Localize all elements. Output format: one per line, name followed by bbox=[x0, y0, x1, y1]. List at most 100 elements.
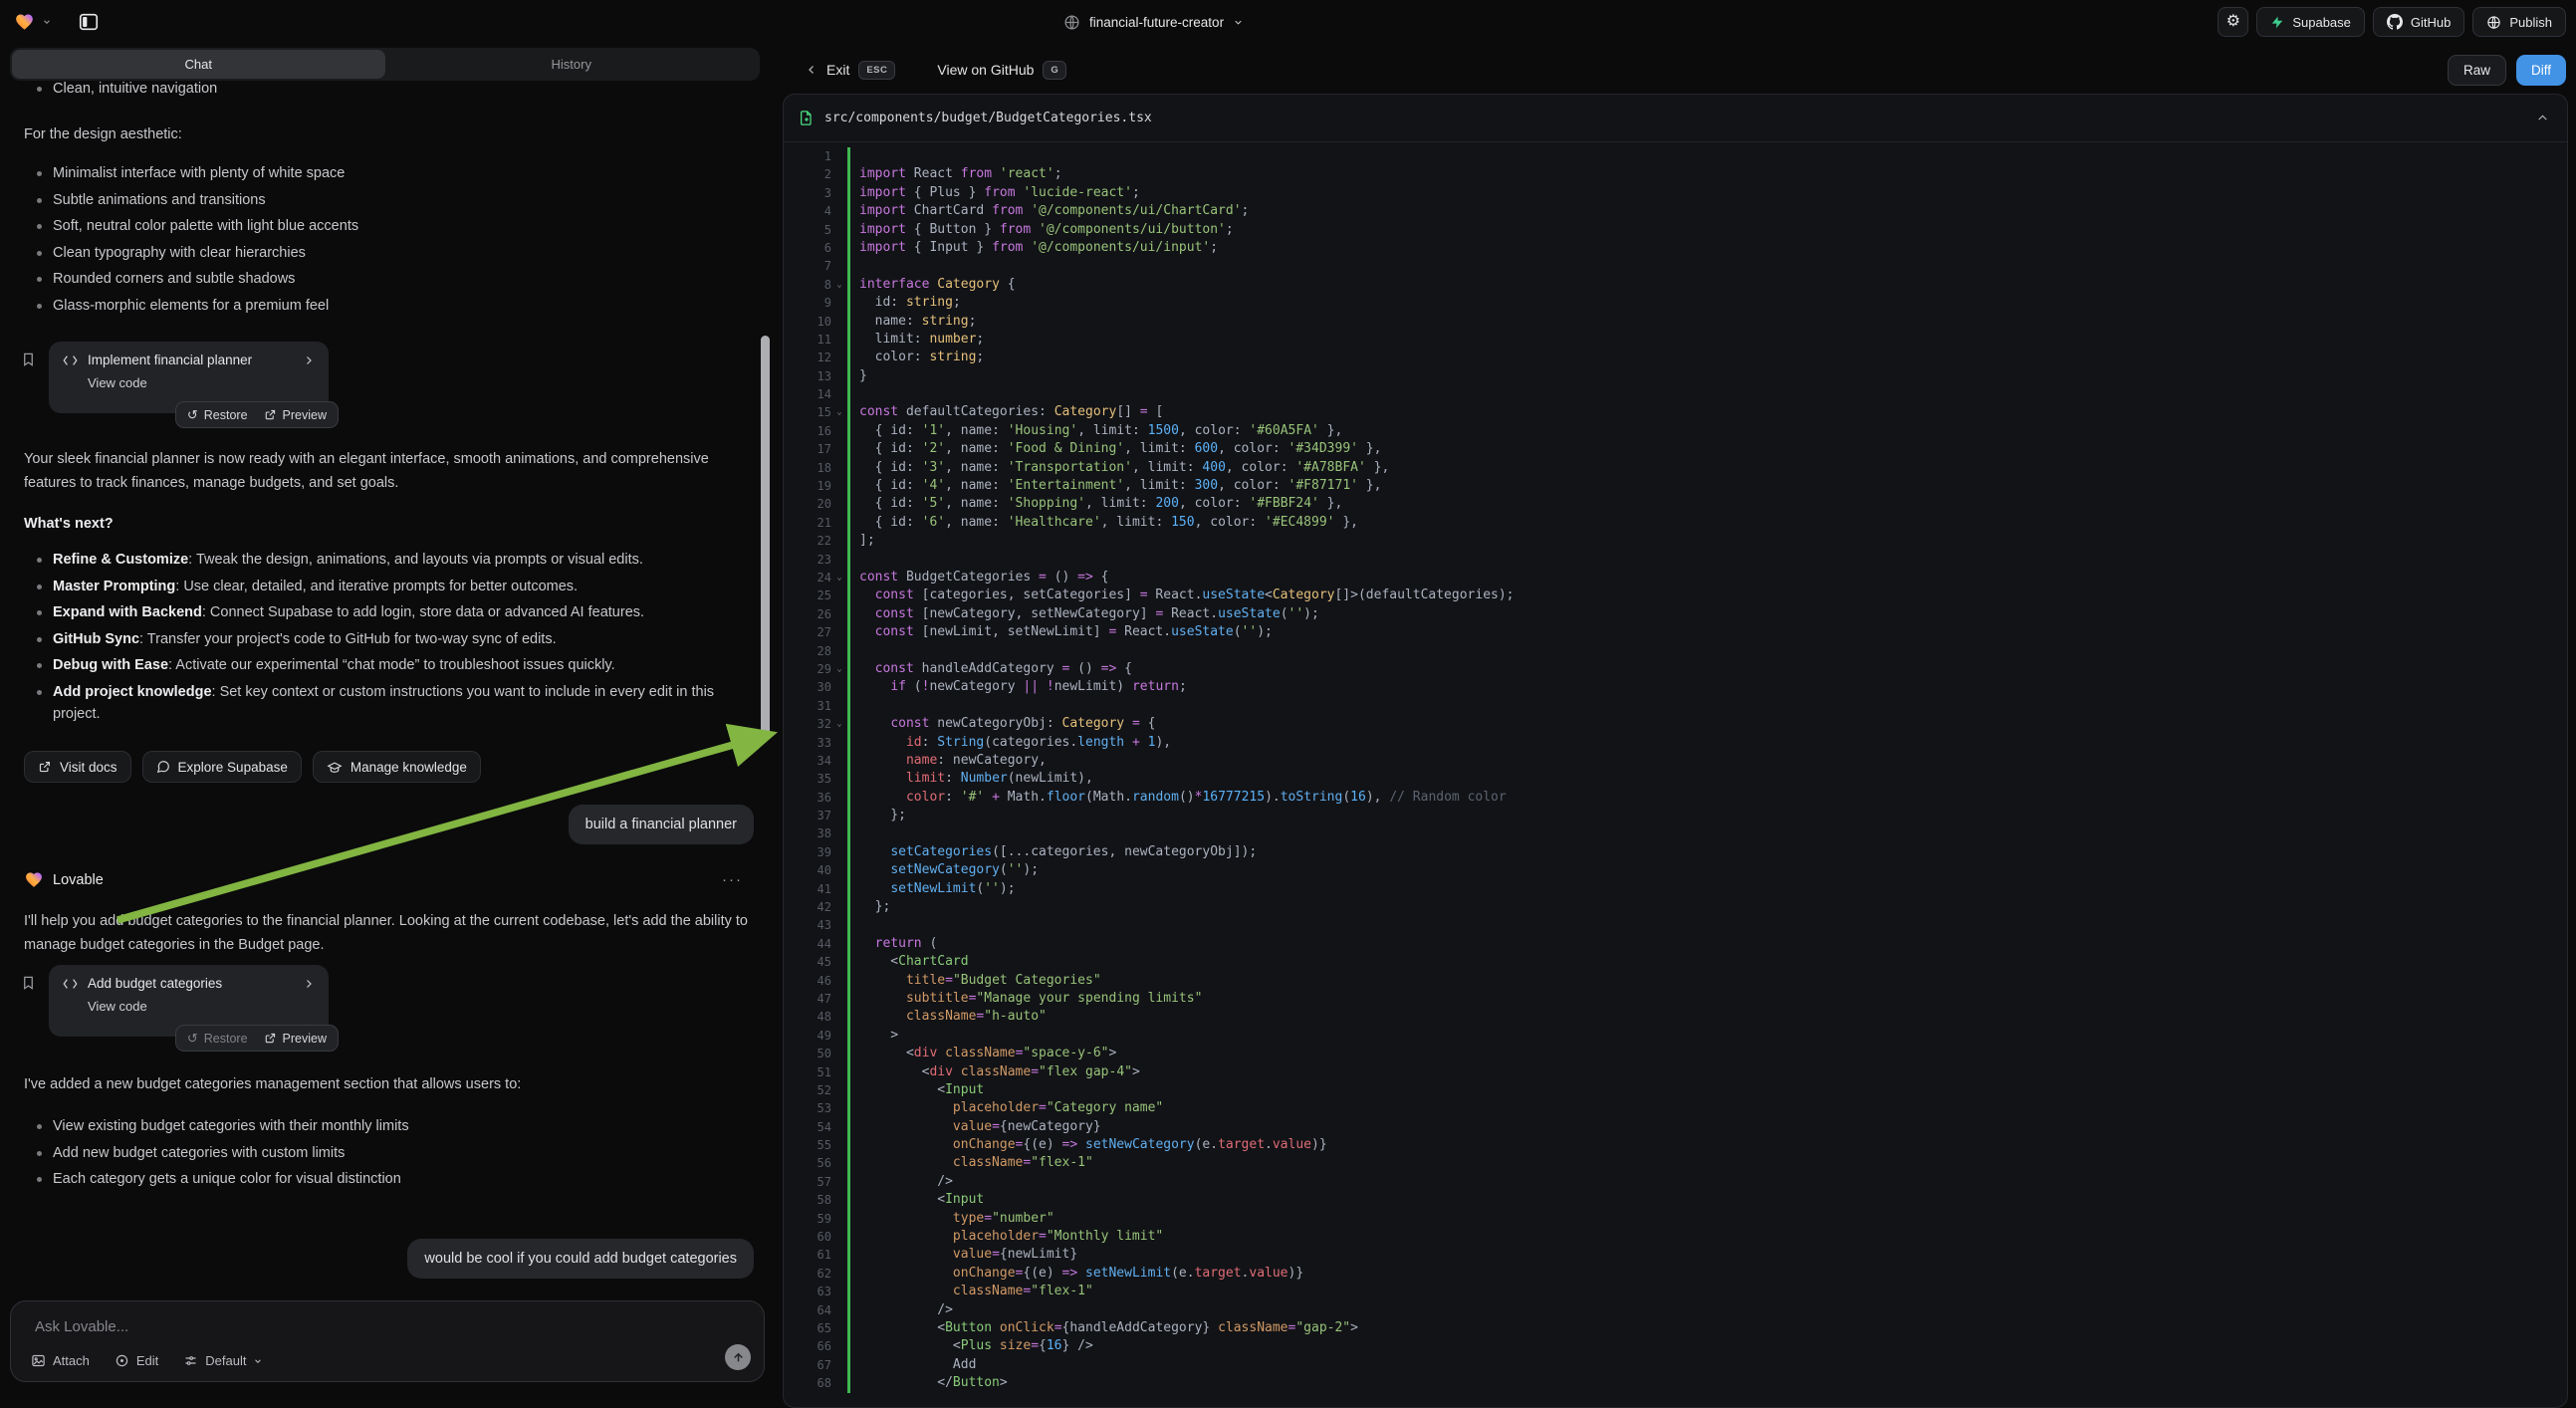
prompt-placeholder: Ask Lovable... bbox=[35, 1318, 128, 1335]
tab-history[interactable]: History bbox=[385, 50, 759, 79]
exit-button[interactable]: Exit ESC bbox=[806, 61, 895, 80]
line-number: 2 bbox=[784, 165, 831, 183]
code-line: 51 <div className="flex gap-4"> bbox=[784, 1063, 2567, 1081]
target-icon bbox=[115, 1353, 129, 1368]
fold-gutter bbox=[831, 1191, 847, 1209]
tab-chat[interactable]: Chat bbox=[12, 50, 385, 79]
code-line: 49 > bbox=[784, 1027, 2567, 1045]
code-line: 1 bbox=[784, 147, 2567, 165]
fold-chevron-icon[interactable]: ⌄ bbox=[831, 403, 847, 421]
user-message-bubble: would be cool if you could add budget ca… bbox=[407, 1239, 754, 1279]
fold-gutter bbox=[831, 1301, 847, 1319]
diff-toggle-button[interactable]: Diff bbox=[2516, 55, 2566, 86]
code-line: 22]; bbox=[784, 532, 2567, 550]
code-line: 6import { Input } from '@/components/ui/… bbox=[784, 239, 2567, 257]
line-number: 12 bbox=[784, 349, 831, 366]
snippet-card-implement-planner[interactable]: Implement financial planner View code ↺ … bbox=[49, 342, 329, 413]
github-button[interactable]: GitHub bbox=[2373, 7, 2464, 37]
fold-chevron-icon[interactable]: ⌄ bbox=[831, 715, 847, 733]
bullet-dot bbox=[37, 558, 42, 563]
chat-scrollbar-thumb[interactable] bbox=[761, 336, 770, 740]
fold-gutter bbox=[831, 294, 847, 312]
attach-button[interactable]: Attach bbox=[31, 1353, 90, 1368]
restore-icon: ↺ bbox=[187, 1032, 198, 1045]
model-selector[interactable]: Default bbox=[183, 1353, 263, 1368]
fold-gutter bbox=[831, 1027, 847, 1045]
code-line: 11 limit: number; bbox=[784, 331, 2567, 349]
file-header[interactable]: src/components/budget/BudgetCategories.t… bbox=[784, 95, 2567, 142]
line-number: 64 bbox=[784, 1301, 831, 1319]
line-number: 44 bbox=[784, 935, 831, 953]
code-listing[interactable]: 12import React from 'react';3import { Pl… bbox=[784, 142, 2567, 1393]
line-number: 59 bbox=[784, 1210, 831, 1228]
edit-mode-button[interactable]: Edit bbox=[115, 1353, 158, 1368]
line-number: 61 bbox=[784, 1246, 831, 1264]
bookmark-icon[interactable] bbox=[21, 352, 36, 367]
collapse-file-button[interactable] bbox=[2536, 112, 2549, 124]
manage-knowledge-button[interactable]: Manage knowledge bbox=[313, 751, 481, 783]
fold-gutter bbox=[831, 1246, 847, 1264]
code-line: 21 { id: '6', name: 'Healthcare', limit:… bbox=[784, 514, 2567, 532]
line-number: 30 bbox=[784, 678, 831, 696]
fold-gutter bbox=[831, 313, 847, 331]
restore-button[interactable]: ↺ Restore bbox=[187, 1032, 248, 1046]
code-line: 40 setNewCategory(''); bbox=[784, 861, 2567, 879]
fold-gutter bbox=[831, 623, 847, 641]
publish-button[interactable]: Publish bbox=[2472, 7, 2566, 37]
fold-chevron-icon[interactable]: ⌄ bbox=[831, 569, 847, 587]
view-on-github-button[interactable]: View on GitHub G bbox=[937, 61, 1066, 80]
raw-toggle-button[interactable]: Raw bbox=[2448, 55, 2506, 86]
fold-gutter bbox=[831, 239, 847, 257]
fold-chevron-icon[interactable]: ⌄ bbox=[831, 276, 847, 294]
code-line: 67 Add bbox=[784, 1356, 2567, 1374]
line-number: 16 bbox=[784, 422, 831, 440]
line-number: 32 bbox=[784, 715, 831, 733]
supabase-button[interactable]: Supabase bbox=[2256, 7, 2365, 37]
line-number: 7 bbox=[784, 257, 831, 275]
line-number: 13 bbox=[784, 367, 831, 385]
fold-gutter bbox=[831, 678, 847, 696]
fold-chevron-icon[interactable]: ⌄ bbox=[831, 660, 847, 678]
workspace-chevron-down-icon[interactable] bbox=[42, 17, 52, 27]
fold-gutter bbox=[831, 1081, 847, 1099]
project-menu[interactable]: financial-future-creator bbox=[1063, 0, 1244, 44]
snippet-card-add-budget-categories[interactable]: Add budget categories View code ↺ Restor… bbox=[49, 965, 329, 1037]
line-number: 66 bbox=[784, 1337, 831, 1355]
preview-button[interactable]: Preview bbox=[264, 408, 327, 422]
line-number: 10 bbox=[784, 313, 831, 331]
bookmark-icon[interactable] bbox=[21, 975, 36, 991]
code-line: 4import ChartCard from '@/components/ui/… bbox=[784, 202, 2567, 220]
line-number: 60 bbox=[784, 1228, 831, 1246]
line-number: 62 bbox=[784, 1265, 831, 1283]
code-line: 5import { Button } from '@/components/ui… bbox=[784, 221, 2567, 239]
list-item: Glass-morphic elements for a premium fee… bbox=[10, 295, 757, 322]
sliders-icon bbox=[183, 1353, 198, 1368]
prompt-input-box[interactable]: Ask Lovable... Attach Edit Default bbox=[10, 1300, 765, 1382]
view-code-link[interactable]: View code bbox=[88, 999, 315, 1014]
visit-docs-button[interactable]: Visit docs bbox=[24, 751, 131, 783]
fold-gutter bbox=[831, 861, 847, 879]
esc-key-badge: ESC bbox=[858, 61, 895, 80]
preview-button[interactable]: Preview bbox=[264, 1032, 327, 1046]
restore-button[interactable]: ↺ Restore bbox=[187, 408, 248, 422]
send-button[interactable] bbox=[725, 1344, 751, 1370]
list-item: Rounded corners and subtle shadows bbox=[10, 268, 757, 295]
line-number: 19 bbox=[784, 477, 831, 495]
bullet-dot bbox=[37, 1177, 42, 1182]
fold-gutter bbox=[831, 953, 847, 971]
lovable-logo[interactable] bbox=[14, 12, 35, 32]
code-line: 24⌄const BudgetCategories = () => { bbox=[784, 569, 2567, 587]
list-item: Refine & Customize: Tweak the design, an… bbox=[10, 549, 759, 576]
line-number: 46 bbox=[784, 972, 831, 990]
view-code-link[interactable]: View code bbox=[88, 375, 315, 390]
line-number: 52 bbox=[784, 1081, 831, 1099]
settings-button[interactable]: ⚙ bbox=[2218, 7, 2248, 37]
code-line: 48 className="h-auto" bbox=[784, 1008, 2567, 1026]
message-more-menu[interactable]: ··· bbox=[722, 871, 743, 888]
line-number: 22 bbox=[784, 532, 831, 550]
snippet-actions-bar: ↺ Restore Preview bbox=[175, 401, 339, 428]
sidebar-toggle-button[interactable] bbox=[78, 11, 100, 33]
explore-supabase-button[interactable]: Explore Supabase bbox=[142, 751, 302, 783]
list-item: Each category gets a unique color for vi… bbox=[10, 1168, 757, 1195]
list-item: Add project knowledge: Set key context o… bbox=[10, 681, 759, 725]
